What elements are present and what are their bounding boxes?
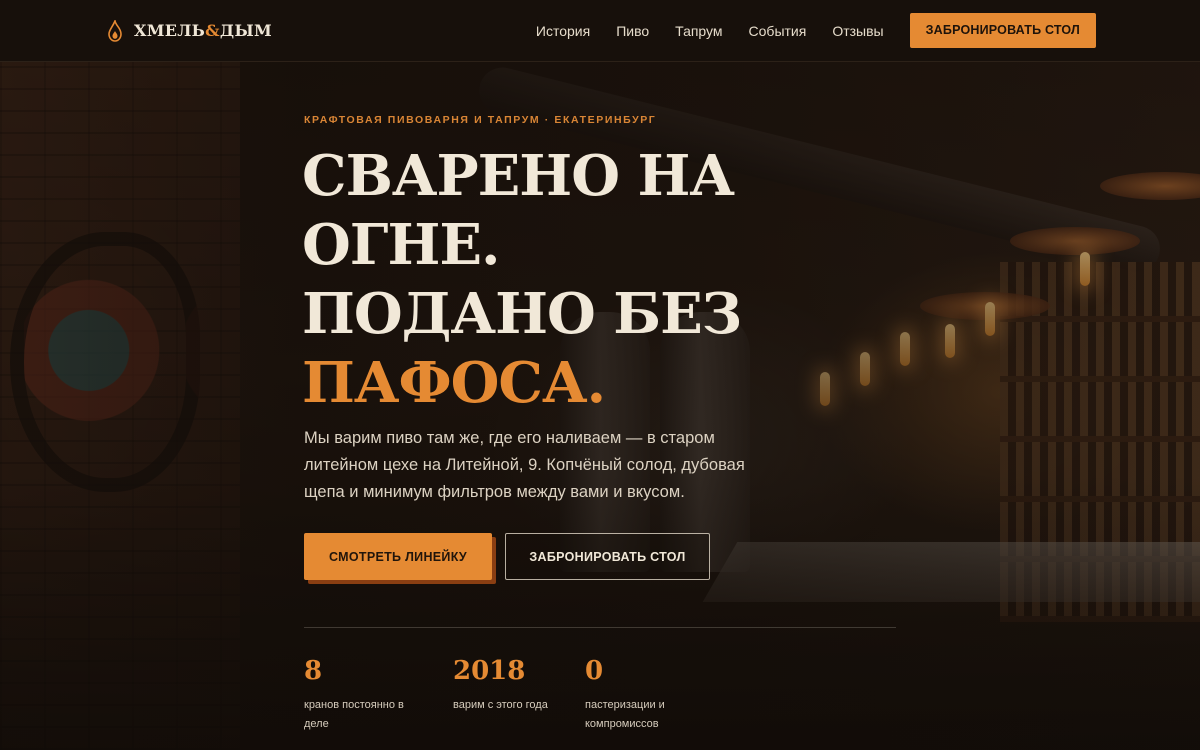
site-header: ХМЕЛЬ&ДЫМ История Пиво Тапрум События От… xyxy=(0,0,1200,62)
stat-value: 8 xyxy=(304,656,323,686)
stat-label: кранов постоянно в деле xyxy=(304,699,404,730)
book-table-button[interactable]: ЗАБРОНИРОВАТЬ СТОЛ xyxy=(505,533,710,580)
main-nav: История Пиво Тапрум События Отзывы xyxy=(536,23,884,39)
header-book-table-button[interactable]: ЗАБРОНИРОВАТЬ СТОЛ xyxy=(909,13,1096,48)
view-lineup-button[interactable]: СМОТРЕТЬ ЛИНЕЙКУ xyxy=(304,533,492,580)
stats-divider xyxy=(304,627,896,628)
headline-accent: ПАФОСА. xyxy=(302,350,606,416)
stat-value: 2018 xyxy=(453,656,526,686)
stat-label: варим с этого года xyxy=(453,699,548,711)
hero-headline: СВАРЕНО НА ОГНЕ. ПОДАНО БЕЗ ПАФОСА. xyxy=(302,142,822,418)
nav-item-reviews[interactable]: Отзывы xyxy=(832,23,883,39)
flame-icon xyxy=(108,19,122,42)
hero-description: Мы варим пиво там же, где его наливаем —… xyxy=(304,429,745,501)
stat-item: 0 пастеризации и компромиссов xyxy=(585,654,695,734)
stat-label: пастеризации и компромиссов xyxy=(585,699,665,730)
stat-item: 8 кранов постоянно в деле xyxy=(304,654,424,734)
brand-logo[interactable]: ХМЕЛЬ&ДЫМ xyxy=(106,19,272,42)
hero-cta-group: СМОТРЕТЬ ЛИНЕЙКУ ЗАБРОНИРОВАТЬ СТОЛ xyxy=(304,533,710,580)
headline-line: ПОДАНО БЕЗ xyxy=(302,281,742,347)
nav-item-beer[interactable]: Пиво xyxy=(616,23,649,39)
stat-value: 0 xyxy=(585,656,604,686)
stat-item: 2018 варим с этого года xyxy=(453,654,573,715)
nav-item-taproom[interactable]: Тапрум xyxy=(675,23,722,39)
brand-name: ХМЕЛЬ&ДЫМ xyxy=(134,21,272,40)
headline-line: ОГНЕ. xyxy=(302,212,501,278)
hero-eyebrow: КРАФТОВАЯ ПИВОВАРНЯ И ТАПРУМ · ЕКАТЕРИНБ… xyxy=(304,114,657,126)
headline-line: СВАРЕНО НА xyxy=(302,143,735,209)
nav-item-events[interactable]: События xyxy=(749,23,807,39)
nav-item-history[interactable]: История xyxy=(536,23,590,39)
